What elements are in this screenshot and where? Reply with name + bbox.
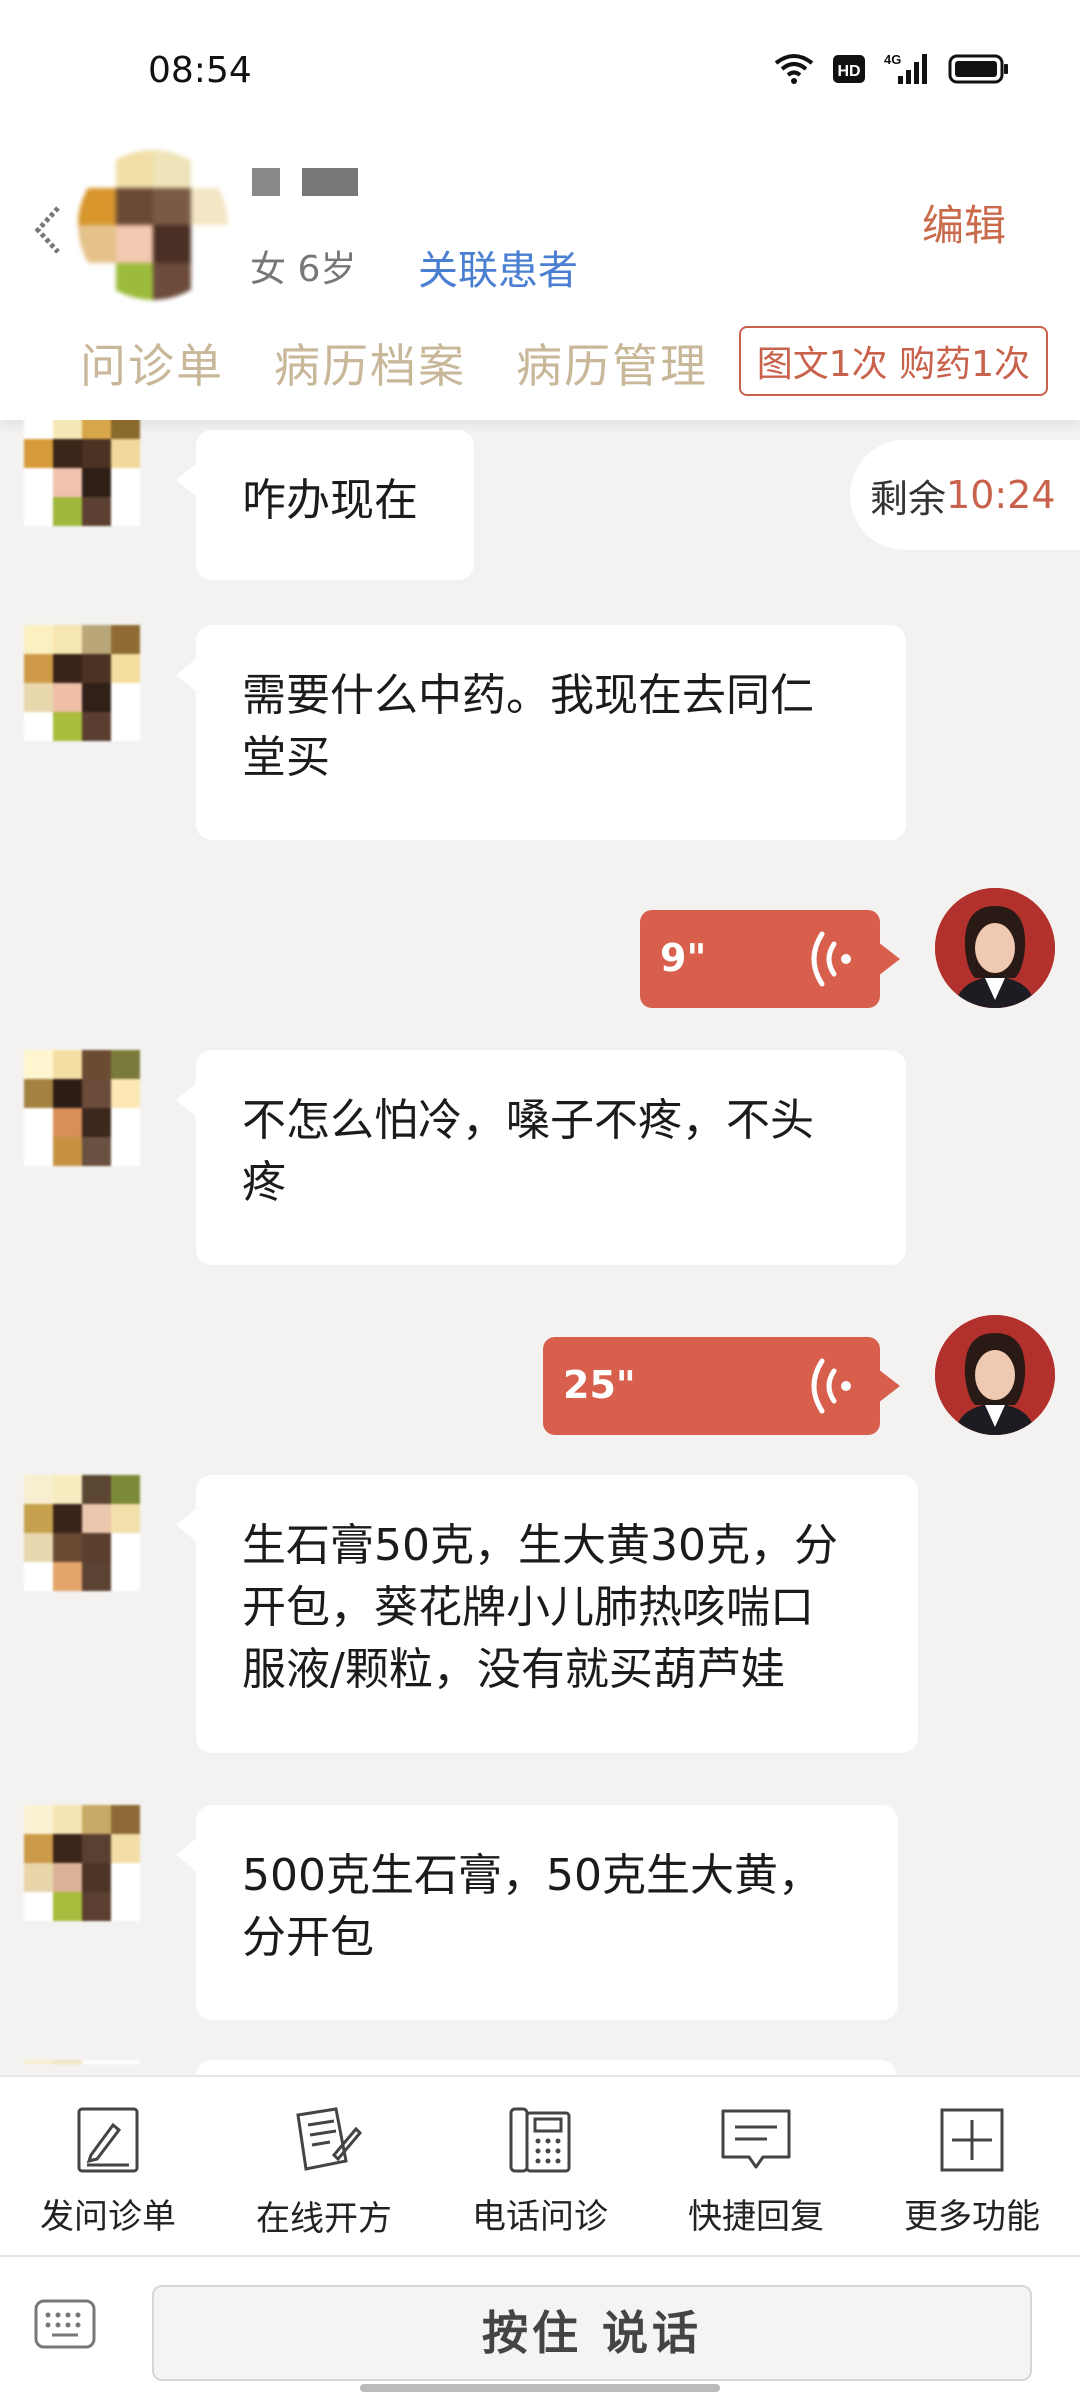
input-bar: 按住 说话 bbox=[0, 2255, 1080, 2400]
hd-text: HD bbox=[837, 63, 860, 80]
tool-label: 发问诊单 bbox=[40, 2197, 176, 2237]
phone-consult-button[interactable]: 电话问诊 bbox=[440, 2077, 640, 2238]
form-icon bbox=[77, 2107, 139, 2173]
patient-message-avatar[interactable] bbox=[24, 420, 140, 526]
remaining-time-badge: 剩余 10:24 bbox=[850, 440, 1080, 550]
message-line: 需要什么中药。我现在去同仁 bbox=[242, 670, 814, 721]
online-prescription-button[interactable]: 在线开方 bbox=[224, 2077, 424, 2240]
message-line: 分开包 bbox=[242, 1912, 374, 1963]
patient-message-avatar[interactable] bbox=[24, 1475, 140, 1591]
wifi-icon bbox=[774, 54, 814, 84]
patient-name-redacted bbox=[252, 168, 358, 196]
header-tabs: 问诊单 病历档案 病历管理 bbox=[80, 330, 708, 396]
message-bubble-partial[interactable] bbox=[196, 2060, 896, 2075]
voice-message[interactable]: 25" bbox=[543, 1337, 900, 1435]
tool-label: 快捷回复 bbox=[688, 2197, 824, 2237]
message-line: 生石膏50克，生大黄30克，分 bbox=[242, 1520, 838, 1571]
tool-label: 更多功能 bbox=[904, 2197, 1040, 2237]
doctor-portrait-icon bbox=[935, 888, 1055, 1008]
hold-to-talk-button[interactable]: 按住 说话 bbox=[152, 2285, 1032, 2381]
keyboard-icon[interactable] bbox=[34, 2299, 96, 2349]
message-bubble[interactable]: 咋办现在 bbox=[176, 430, 474, 580]
doctor-avatar[interactable] bbox=[935, 1315, 1055, 1435]
patient-message-avatar[interactable] bbox=[24, 625, 140, 741]
message-line: 堂买 bbox=[242, 732, 330, 783]
voice-wave-icon bbox=[811, 931, 851, 987]
message-line: 不怎么怕冷，嗓子不疼，不头 bbox=[242, 1095, 814, 1146]
battery-icon bbox=[948, 54, 1008, 84]
remaining-label: 剩余 bbox=[870, 476, 947, 521]
patient-message-avatar[interactable] bbox=[24, 1805, 140, 1921]
hd-icon: HD bbox=[833, 55, 865, 83]
message-text: 咋办现在 bbox=[242, 475, 418, 526]
doctor-avatar[interactable] bbox=[935, 888, 1055, 1008]
link-patient-button[interactable]: 关联患者 bbox=[418, 238, 578, 296]
edit-button[interactable]: 编辑 bbox=[922, 192, 1006, 253]
home-indicator[interactable] bbox=[360, 2384, 720, 2392]
status-bar: 08:54 HD 4G bbox=[0, 0, 1080, 140]
chat-area[interactable]: 咋办现在 剩余 10:24 需要什么中药。我现在去同仁 堂买 9" 不怎么怕冷，… bbox=[0, 420, 1080, 2075]
patient-message-avatar[interactable] bbox=[24, 1050, 140, 1166]
message-bubble[interactable]: 生石膏50克，生大黄30克，分 开包，葵花牌小儿肺热咳喘口 服液/颗粒，没有就买… bbox=[176, 1475, 918, 1753]
tab-medical-records[interactable]: 病历档案 bbox=[274, 330, 466, 396]
patient-gender-age: 女 6岁 bbox=[250, 249, 357, 290]
back-icon[interactable] bbox=[30, 200, 70, 260]
message-line: 500克生石膏，50克生大黄， bbox=[242, 1850, 822, 1901]
function-toolbar: 发问诊单 在线开方 电话问诊 快捷回复 更多功能 bbox=[0, 2075, 1080, 2255]
prescription-icon bbox=[296, 2107, 363, 2171]
tool-label: 电话问诊 bbox=[472, 2197, 608, 2237]
message-line: 疼 bbox=[242, 1157, 286, 1208]
message-line: 开包，葵花牌小儿肺热咳喘口 bbox=[242, 1582, 814, 1633]
tool-label: 在线开方 bbox=[256, 2199, 392, 2239]
send-consult-form-button[interactable]: 发问诊单 bbox=[8, 2077, 208, 2238]
voice-duration: 25" bbox=[563, 1363, 636, 1407]
voice-duration: 9" bbox=[660, 936, 707, 980]
plus-box-icon bbox=[940, 2108, 1004, 2172]
system-icons: HD 4G bbox=[774, 52, 1010, 86]
tab-record-management[interactable]: 病历管理 bbox=[516, 330, 708, 396]
4g-signal-icon: 4G bbox=[884, 52, 927, 84]
status-time: 08:54 bbox=[148, 50, 252, 91]
remaining-time: 10:24 bbox=[946, 473, 1056, 517]
message-bubble[interactable]: 不怎么怕冷，嗓子不疼，不头 疼 bbox=[176, 1050, 906, 1265]
message-bubble[interactable]: 500克生石膏，50克生大黄， 分开包 bbox=[176, 1805, 898, 2020]
phone-icon bbox=[509, 2107, 571, 2173]
network-text: 4G bbox=[884, 52, 901, 67]
doctor-portrait-icon bbox=[935, 1315, 1055, 1435]
message-bubble[interactable]: 需要什么中药。我现在去同仁 堂买 bbox=[176, 625, 906, 840]
service-quota-badge[interactable]: 图文1次 购药1次 bbox=[738, 326, 1048, 396]
quick-reply-button[interactable]: 快捷回复 bbox=[656, 2077, 856, 2238]
quick-reply-icon bbox=[721, 2109, 791, 2169]
patient-message-avatar[interactable] bbox=[24, 2060, 140, 2075]
patient-avatar[interactable] bbox=[78, 150, 228, 300]
message-line: 服液/颗粒，没有就买葫芦娃 bbox=[242, 1644, 785, 1695]
tab-consult-form[interactable]: 问诊单 bbox=[80, 330, 224, 396]
chat-header: 女 6岁 关联患者 编辑 问诊单 病历档案 病历管理 图文1次 购药1次 bbox=[0, 140, 1080, 420]
more-functions-button[interactable]: 更多功能 bbox=[872, 2077, 1072, 2238]
voice-message[interactable]: 9" bbox=[640, 910, 900, 1008]
voice-wave-icon bbox=[811, 1358, 851, 1414]
